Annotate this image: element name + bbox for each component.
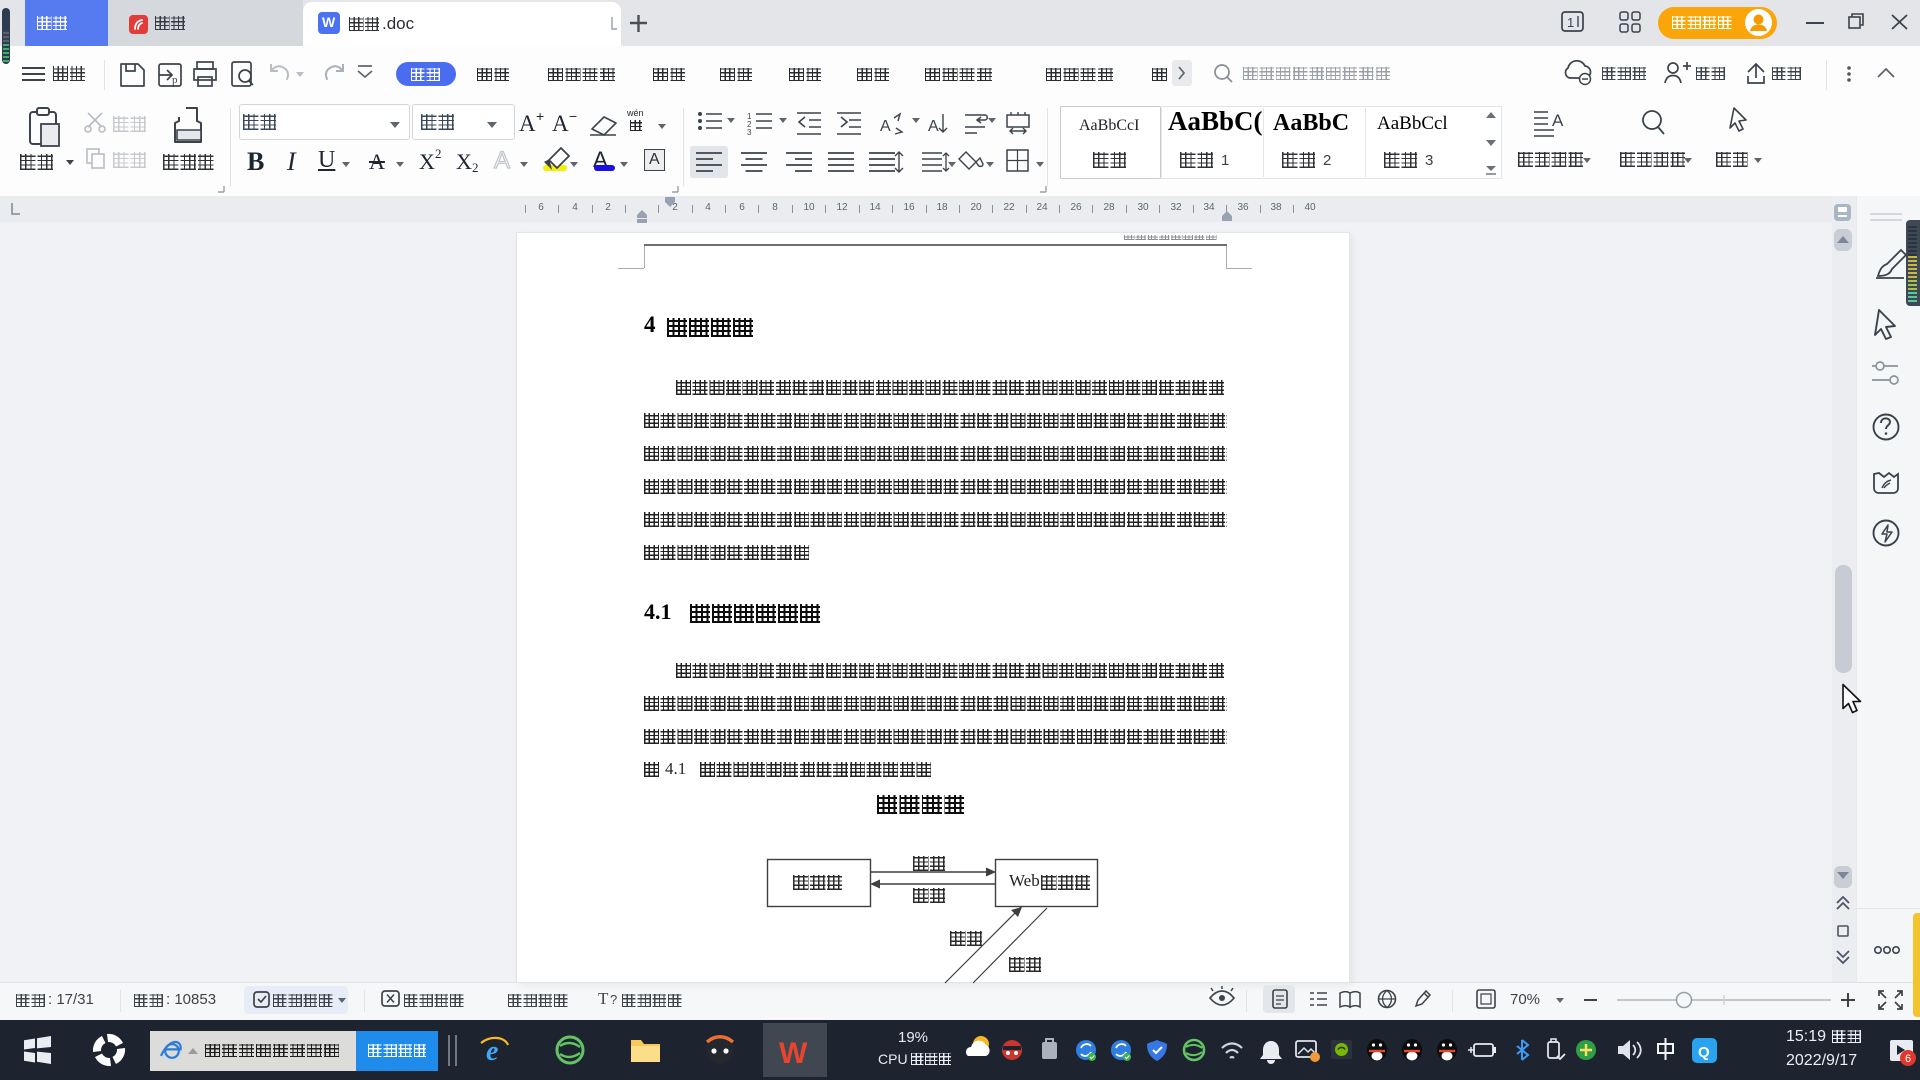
svg-text:A: A bbox=[880, 118, 891, 135]
svg-text:e: e bbox=[486, 1036, 498, 1067]
svg-text:W: W bbox=[779, 1037, 808, 1070]
svg-text:A: A bbox=[928, 118, 939, 135]
svg-text:6: 6 bbox=[1905, 1053, 1911, 1065]
svg-text:1: 1 bbox=[1567, 15, 1574, 30]
svg-text:p: p bbox=[172, 74, 178, 86]
svg-text:3: 3 bbox=[747, 128, 752, 137]
svg-text:Q: Q bbox=[1698, 1044, 1710, 1061]
svg-text:A: A bbox=[1552, 111, 1564, 130]
